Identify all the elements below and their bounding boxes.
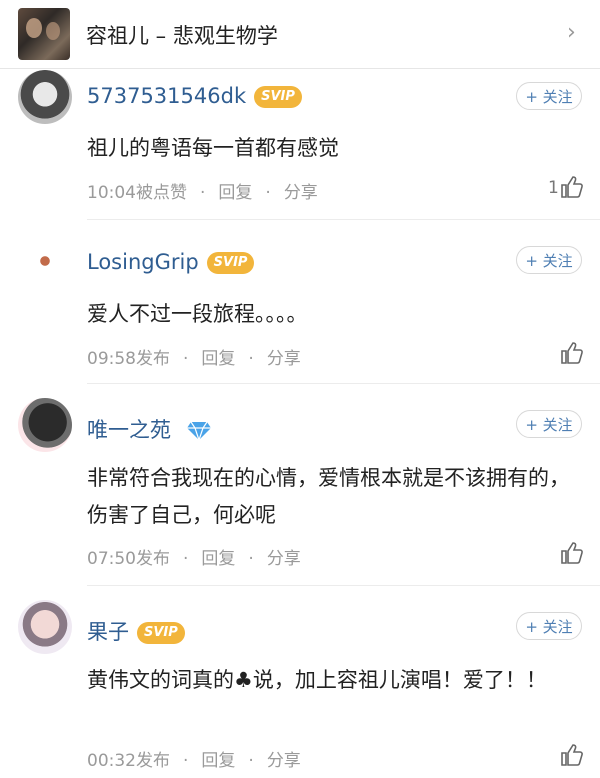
comment-item: LosingGrip SVIP + 关注 爱人不过一段旅程。。。。 09:58发布… (0, 220, 600, 384)
song-title: 容祖儿 – 悲观生物学 (86, 24, 278, 48)
thumbs-up-icon[interactable] (560, 175, 584, 199)
svip-badge: SVIP (206, 252, 255, 274)
svip-badge: SVIP (254, 86, 302, 108)
share-link[interactable]: 分享 (267, 746, 301, 771)
comment-time: 00:32发布 (87, 751, 170, 771)
reply-link[interactable]: 回复 (201, 544, 235, 569)
comment-meta: 10:04被点赞 · 回复 · 分享 (87, 178, 318, 203)
reply-link[interactable]: 回复 (201, 746, 235, 771)
username[interactable]: LosingGrip SVIP (87, 250, 255, 274)
avatar[interactable] (18, 398, 72, 452)
chevron-right-icon[interactable]: › (567, 20, 576, 45)
avatar[interactable] (18, 600, 72, 654)
thumbs-up-icon[interactable] (560, 341, 584, 365)
follow-button[interactable]: + 关注 (516, 246, 582, 274)
comment-time: 07:50发布 (87, 549, 170, 569)
diamond-badge-icon (186, 421, 211, 441)
avatar[interactable] (18, 234, 72, 288)
comment-time: 09:58发布 (87, 349, 170, 369)
reply-link[interactable]: 回复 (218, 178, 252, 203)
share-link[interactable]: 分享 (284, 178, 318, 203)
comment-text: 黄伟文的词真的♣说，加上容祖儿演唱！爱了！！ (87, 668, 547, 692)
comment-item: 唯一之苑 + 关注 非常符合我现在的心情，爱情根本就是不该拥有的，伤害了自己，何… (0, 384, 600, 586)
reply-link[interactable]: 回复 (201, 344, 235, 369)
svip-badge: SVIP (137, 622, 185, 644)
comment-meta: 09:58发布 · 回复 · 分享 (87, 344, 301, 369)
share-link[interactable]: 分享 (267, 544, 301, 569)
comment-time: 10:04被点赞 (87, 183, 187, 203)
comment-meta: 00:32发布 · 回复 · 分享 (87, 746, 301, 771)
comment-text: 非常符合我现在的心情，爱情根本就是不该拥有的，伤害了自己，何必呢 (87, 466, 570, 527)
song-header[interactable]: 容祖儿 – 悲观生物学 › (0, 0, 600, 68)
username[interactable]: 5737531546dk SVIP (87, 84, 302, 108)
avatar[interactable] (18, 70, 72, 124)
follow-button[interactable]: + 关注 (516, 82, 582, 110)
comment-item: 果子 SVIP + 关注 黄伟文的词真的♣说，加上容祖儿演唱！爱了！！ 00:32… (0, 586, 600, 778)
thumbs-up-icon[interactable] (560, 743, 584, 767)
follow-button[interactable]: + 关注 (516, 410, 582, 438)
like-count: 1 (548, 178, 559, 198)
username[interactable]: 唯一之苑 (87, 414, 212, 444)
comment-text: 爱人不过一段旅程。。。。 (87, 302, 308, 326)
username[interactable]: 果子 SVIP (87, 616, 185, 646)
comment-meta: 07:50发布 · 回复 · 分享 (87, 544, 301, 569)
comment-item: 5737531546dk SVIP + 关注 祖儿的粤语每一首都有感觉 10:04… (0, 68, 600, 220)
comment-text: 祖儿的粤语每一首都有感觉 (87, 136, 339, 160)
follow-button[interactable]: + 关注 (516, 612, 582, 640)
share-link[interactable]: 分享 (267, 344, 301, 369)
thumbs-up-icon[interactable] (560, 541, 584, 565)
song-cover-thumbnail (18, 8, 70, 60)
